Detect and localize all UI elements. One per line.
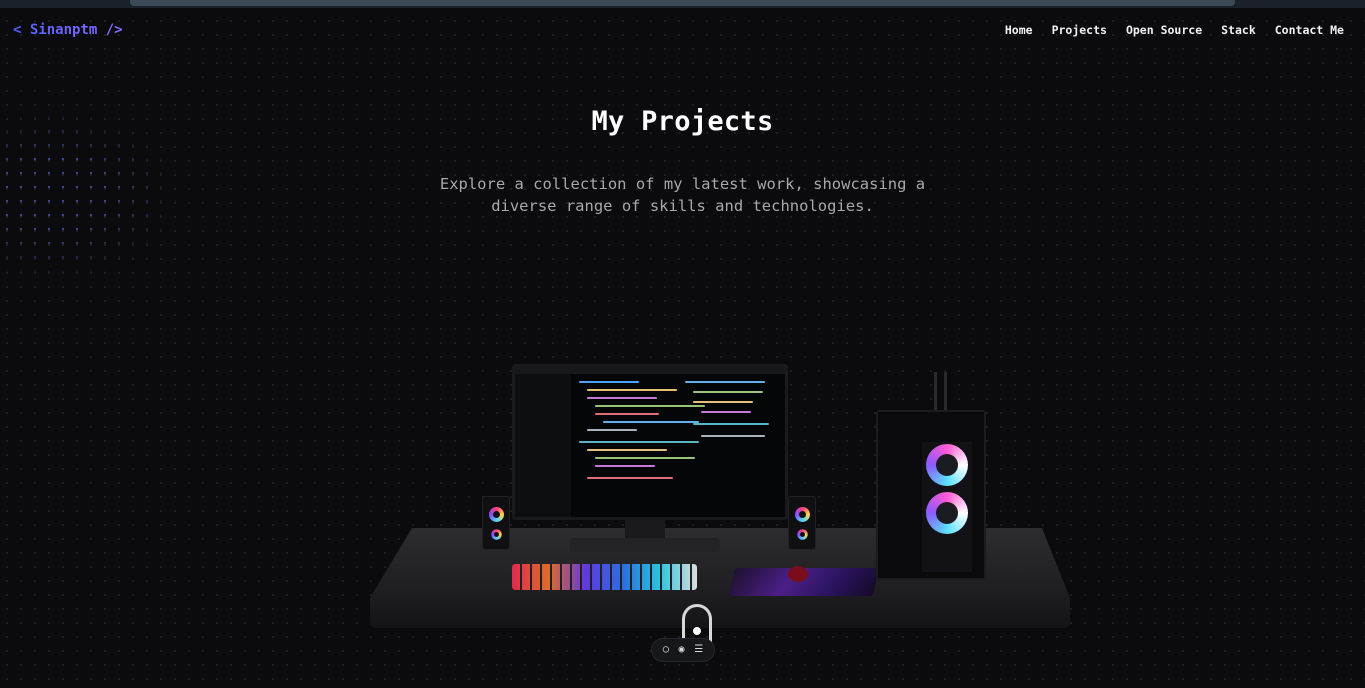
desk-setup-3d-scene[interactable] — [360, 350, 1080, 650]
code-line — [595, 457, 695, 459]
page-subtitle: Explore a collection of my latest work, … — [439, 175, 926, 215]
rgb-keyboard — [512, 564, 697, 590]
list-icon[interactable]: ☰ — [694, 645, 703, 655]
editor-sidebar — [515, 374, 571, 517]
speaker-ring — [491, 529, 502, 540]
top-strip-highlight — [130, 0, 1235, 6]
pc-fan-bottom — [926, 492, 968, 534]
code-line — [595, 413, 659, 415]
code-line — [579, 381, 639, 383]
code-line — [693, 401, 753, 403]
site-logo[interactable]: < Sinanptm /> — [13, 22, 123, 38]
chat-icon[interactable]: ◯ — [663, 645, 669, 655]
editor-titlebar — [515, 367, 785, 374]
code-line — [693, 423, 769, 425]
nav-link-stack[interactable]: Stack — [1221, 23, 1256, 37]
code-line — [595, 465, 655, 467]
browser-top-strip — [0, 0, 1365, 8]
code-line — [579, 441, 699, 443]
pc-fan-top — [926, 444, 968, 486]
nav-link-projects[interactable]: Projects — [1052, 23, 1107, 37]
nav-link-home[interactable]: Home — [1005, 23, 1033, 37]
pc-antenna-right — [944, 372, 947, 414]
monitor-screen — [512, 364, 788, 520]
speaker-left — [482, 496, 510, 550]
code-line — [587, 429, 637, 431]
scroll-dot — [693, 627, 701, 635]
mouse — [788, 566, 808, 582]
page-title: My Projects — [591, 106, 774, 137]
pc-tower — [876, 410, 986, 580]
nav-link-contact-me[interactable]: Contact Me — [1275, 23, 1344, 37]
code-line — [587, 389, 677, 391]
nav-link-open-source[interactable]: Open Source — [1126, 23, 1202, 37]
code-line — [701, 411, 751, 413]
code-line — [603, 421, 699, 423]
navbar: < Sinanptm /> Home Projects Open Source … — [0, 8, 1365, 52]
code-line — [587, 397, 657, 399]
speaker-ring — [797, 529, 808, 540]
nav-links: Home Projects Open Source Stack Contact … — [1005, 23, 1344, 37]
pc-antenna-left — [934, 372, 937, 414]
code-line — [693, 391, 763, 393]
speaker-ring — [489, 507, 504, 522]
code-line — [701, 435, 765, 437]
monitor-base — [570, 538, 720, 552]
scene-toolbar: ◯ ◉ ☰ — [651, 638, 715, 662]
code-line — [685, 381, 765, 383]
code-line — [595, 405, 705, 407]
eye-icon[interactable]: ◉ — [679, 645, 685, 655]
speaker-ring — [795, 507, 810, 522]
code-line — [587, 449, 667, 451]
code-line — [587, 477, 673, 479]
speaker-right — [788, 496, 816, 550]
